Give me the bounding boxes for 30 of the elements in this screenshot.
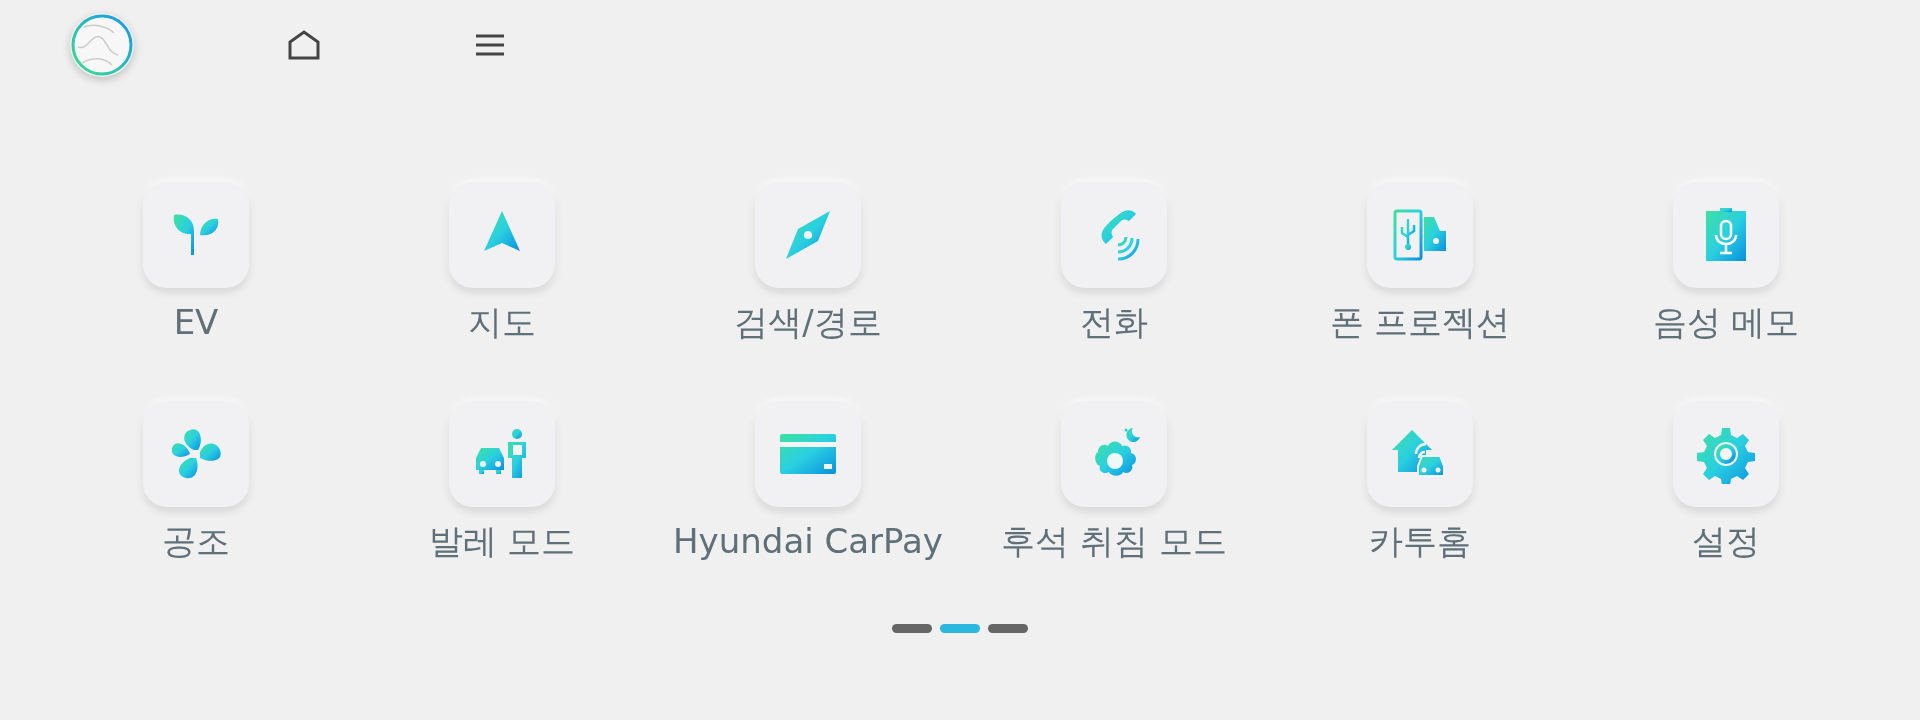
- app-button[interactable]: 공조: [43, 400, 349, 562]
- app-label: 발레 모드: [428, 520, 576, 562]
- app-button[interactable]: 후석 취침 모드: [961, 400, 1267, 562]
- app-button[interactable]: 음성 메모: [1573, 182, 1879, 343]
- app-button[interactable]: 설정: [1573, 400, 1879, 562]
- page-indicator[interactable]: [892, 623, 932, 633]
- app-label: 음성 메모: [1652, 302, 1800, 343]
- app-label: 설정: [1692, 520, 1760, 562]
- app-label: Hyundai CarPay: [673, 520, 943, 562]
- menu-icon: [476, 34, 504, 56]
- app-label: 카투홈: [1369, 520, 1471, 562]
- app-button[interactable]: 전화: [961, 182, 1267, 343]
- profile-button[interactable]: [70, 13, 134, 77]
- app-label: 전화: [1080, 302, 1148, 343]
- app-label: 후석 취침 모드: [1001, 520, 1227, 562]
- page-indicator[interactable]: [988, 623, 1028, 633]
- app-button[interactable]: EV: [43, 182, 349, 343]
- app-button[interactable]: Hyundai CarPay: [655, 400, 961, 562]
- home-icon: [288, 30, 320, 60]
- app-label: EV: [173, 302, 219, 343]
- app-button[interactable]: 발레 모드: [349, 400, 655, 562]
- app-button[interactable]: 검색/경로: [655, 182, 961, 343]
- app-button[interactable]: 카투홈: [1267, 400, 1573, 562]
- app-label: 공조: [162, 520, 230, 562]
- app-label: 검색/경로: [734, 302, 882, 343]
- app-button[interactable]: 지도: [349, 182, 655, 343]
- app-label: 폰 프로젝션: [1329, 302, 1511, 343]
- app-label: 지도: [468, 302, 536, 343]
- app-button[interactable]: 폰 프로젝션: [1267, 182, 1573, 343]
- wave-avatar-icon: [70, 13, 134, 77]
